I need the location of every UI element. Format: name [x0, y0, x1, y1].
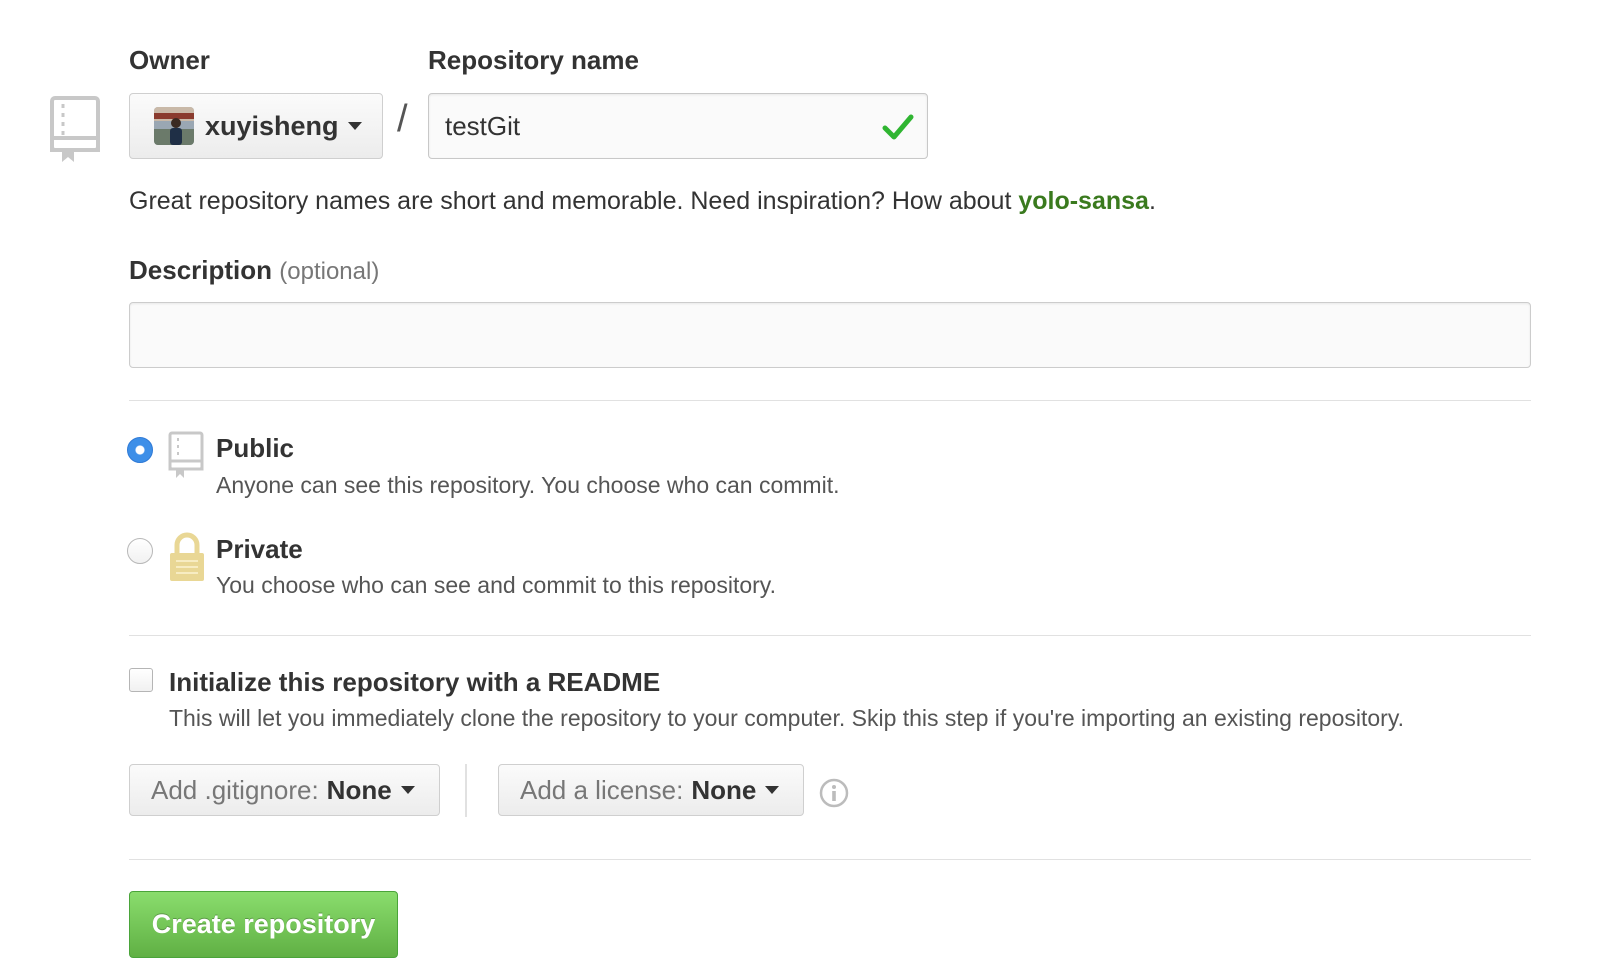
divider [129, 635, 1531, 636]
check-icon [881, 110, 915, 144]
gitignore-value: None [326, 774, 392, 805]
create-repository-button[interactable]: Create repository [129, 891, 398, 958]
license-dropdown[interactable]: Add a license: None [498, 764, 804, 816]
readme-description: This will let you immediately clone the … [169, 705, 1405, 731]
owner-select[interactable]: xuyisheng [129, 93, 383, 159]
avatar [154, 107, 194, 145]
description-label-text: Description [129, 255, 273, 285]
divider [129, 400, 1531, 401]
readme-title: Initialize this repository with a README [169, 667, 661, 697]
readme-checkbox[interactable] [129, 668, 153, 692]
chevron-down-icon [765, 786, 780, 794]
license-label: Add a license: [520, 774, 684, 805]
repository-name-value: testGit [445, 110, 521, 141]
description-label: Description (optional) [129, 255, 379, 286]
vertical-divider [465, 764, 467, 817]
repo-icon [50, 96, 100, 162]
public-title: Public [216, 433, 295, 463]
private-description: You choose who can see and commit to thi… [216, 572, 776, 598]
public-radio[interactable] [127, 437, 153, 463]
chevron-down-icon [400, 786, 415, 794]
chevron-down-icon [347, 122, 362, 130]
repository-name-hint: Great repository names are short and mem… [129, 187, 1156, 216]
private-radio[interactable] [127, 538, 153, 564]
public-description: Anyone can see this repository. You choo… [216, 472, 840, 498]
optional-note: (optional) [279, 258, 380, 285]
hint-suffix: . [1148, 187, 1156, 215]
owner-repo-separator: / [397, 98, 408, 140]
private-title: Private [216, 534, 303, 564]
name-suggestion-link[interactable]: yolo-sansa [1018, 187, 1149, 215]
repository-name-input[interactable]: testGit [428, 93, 928, 159]
owner-name: xuyisheng [205, 110, 339, 141]
owner-label: Owner [129, 45, 210, 75]
gitignore-dropdown[interactable]: Add .gitignore: None [129, 764, 440, 816]
gitignore-label: Add .gitignore: [151, 774, 319, 805]
description-input[interactable] [129, 302, 1531, 368]
divider [129, 859, 1531, 860]
hint-text: Great repository names are short and mem… [129, 187, 1019, 215]
repo-icon [168, 431, 204, 479]
license-value: None [691, 774, 757, 805]
info-icon[interactable] [819, 778, 849, 808]
lock-icon [168, 531, 206, 583]
repository-name-label: Repository name [428, 45, 639, 75]
